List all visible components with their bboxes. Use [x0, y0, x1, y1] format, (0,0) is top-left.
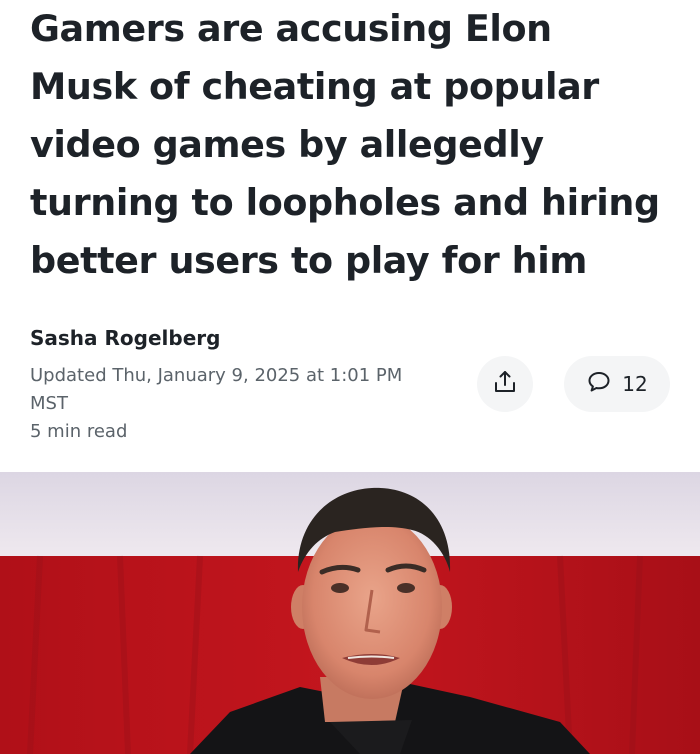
share-button[interactable] [477, 356, 533, 412]
headline-line: video games by allegedly [30, 123, 544, 166]
updated-timezone: MST [30, 393, 68, 414]
comments-button[interactable]: 12 [564, 356, 670, 412]
article-meta: Updated Thu, January 9, 2025 at 1:01 PM … [30, 362, 430, 446]
headline-line: turning to loopholes and hiring [30, 181, 660, 224]
author-name[interactable]: Sasha Rogelberg [30, 326, 220, 350]
updated-date: Updated Thu, January 9, 2025 at 1:01 PM [30, 365, 403, 386]
share-icon [492, 369, 518, 399]
article-photo [0, 472, 700, 754]
comment-bubble-icon [586, 369, 612, 399]
headline-line: better users to play for him [30, 239, 588, 282]
headline: Gamers are accusing Elon Musk of cheatin… [30, 0, 690, 290]
headline-line: Gamers are accusing Elon [30, 7, 552, 50]
article-header: Gamers are accusing Elon Musk of cheatin… [0, 0, 700, 472]
headline-line: Musk of cheating at popular [30, 65, 599, 108]
read-time: 5 min read [30, 421, 128, 442]
comment-count: 12 [622, 372, 648, 396]
